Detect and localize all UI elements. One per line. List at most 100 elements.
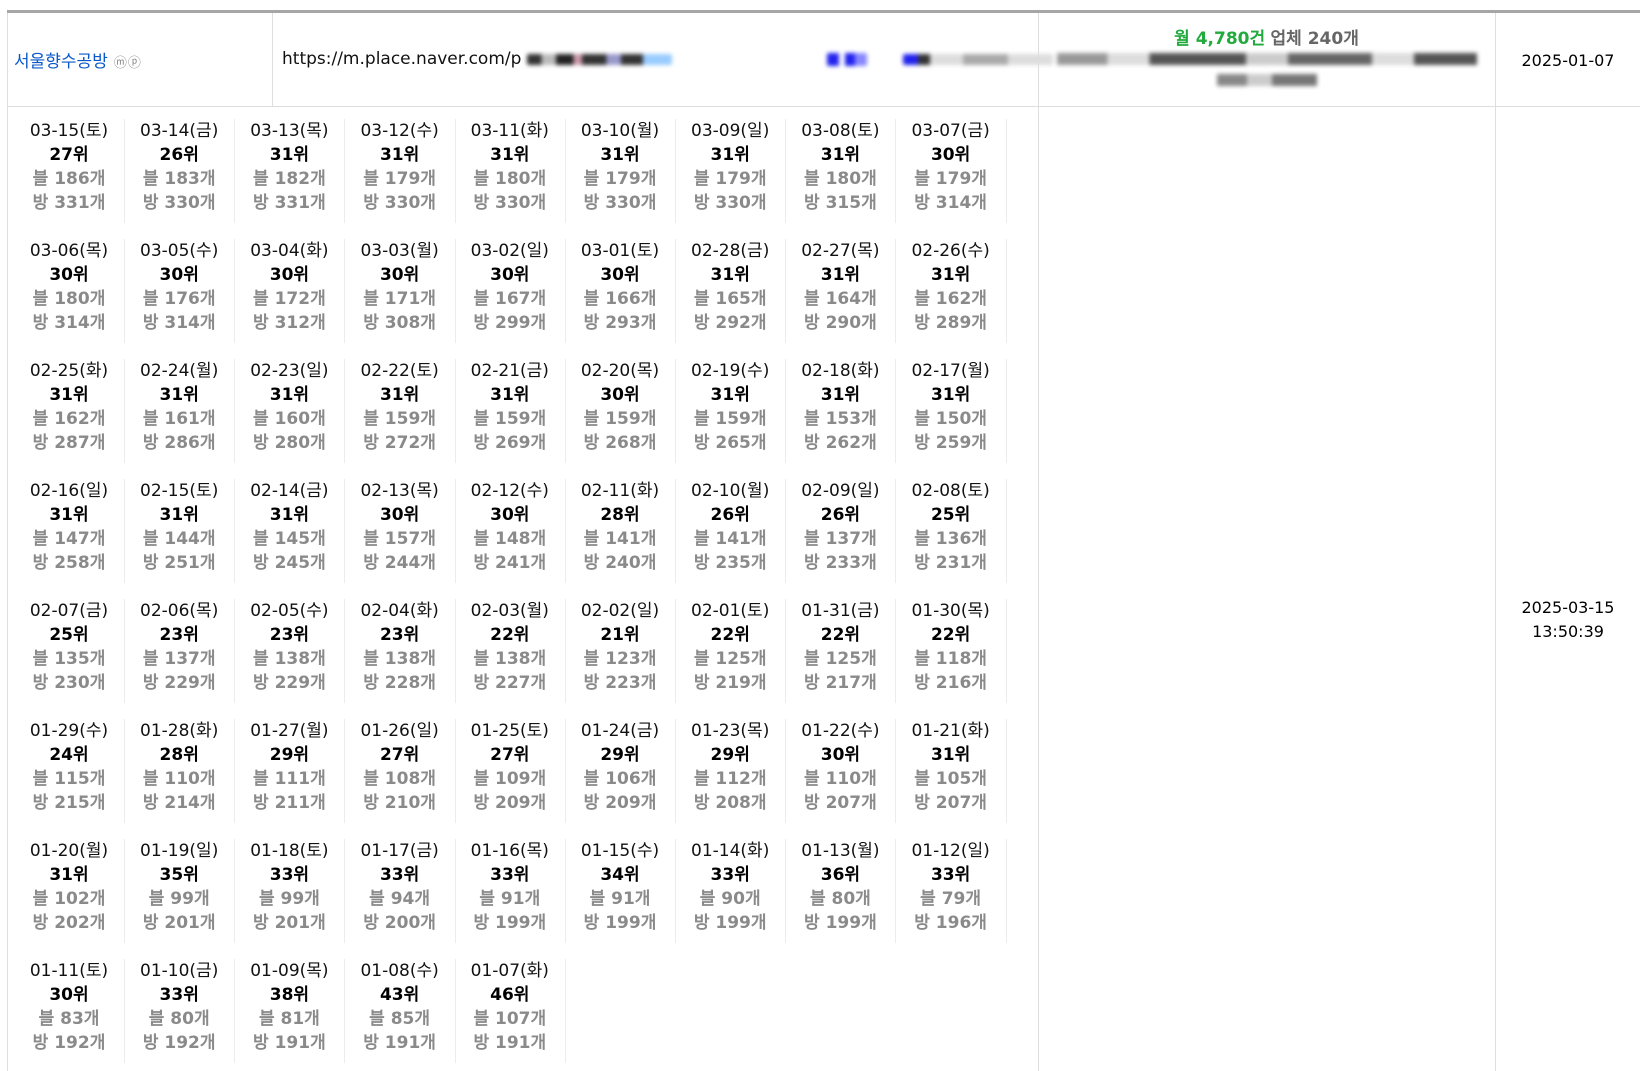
date-label: 02-10(월) <box>691 481 770 501</box>
redacted-tag-blur <box>827 52 868 66</box>
daily-rank-cell: 01-23(목) 29위 블 112개 방 208개 <box>675 719 787 823</box>
daily-rank-cell: 02-14(금) 31위 블 145개 방 245개 <box>234 479 346 583</box>
blog-count: 블 138개 <box>473 649 547 669</box>
blog-count: 블 179개 <box>363 169 436 189</box>
rank-value: 31위 <box>379 145 420 165</box>
place-count: 방 219개 <box>693 673 767 693</box>
daily-rank-cell: 03-02(일) 30위 블 167개 방 299개 <box>455 239 566 343</box>
rank-value: 31위 <box>379 385 420 405</box>
date-label: 02-26(수) <box>911 241 990 261</box>
rank-value: 31위 <box>269 145 310 165</box>
rank-value: 27위 <box>49 145 89 165</box>
blog-count: 블 182개 <box>253 169 326 189</box>
date-label: 02-22(토) <box>360 361 439 381</box>
place-url-text[interactable]: https://m.place.naver.com/p <box>282 49 521 69</box>
rank-value: 30위 <box>600 265 640 285</box>
date-label: 03-15(토) <box>29 121 109 141</box>
rank-value: 38위 <box>269 985 310 1005</box>
blog-count: 블 176개 <box>142 289 216 309</box>
daily-rank-cell: 02-20(목) 30위 블 159개 방 268개 <box>565 359 676 463</box>
blog-count: 블 165개 <box>693 289 767 309</box>
blog-count: 블 94개 <box>369 889 431 909</box>
registered-date: 2025-01-07 <box>1521 51 1615 70</box>
blog-count: 블 85개 <box>369 1009 431 1029</box>
date-label: 02-01(토) <box>691 601 770 621</box>
rank-value: 29위 <box>600 745 640 765</box>
rank-value: 30위 <box>49 985 89 1005</box>
blog-count: 블 159개 <box>473 409 547 429</box>
daily-rank-cell: 01-17(금) 33위 블 94개 방 200개 <box>345 839 456 943</box>
place-count: 방 192개 <box>142 1033 216 1053</box>
daily-rank-cell: 01-09(목) 38위 블 81개 방 191개 <box>234 959 346 1063</box>
place-count: 방 314개 <box>32 313 106 333</box>
mp-badge-icon: ⓜⓟ <box>113 56 142 71</box>
place-count: 방 330개 <box>473 193 547 213</box>
rank-value: 27위 <box>490 745 530 765</box>
blog-count: 블 148개 <box>473 529 547 549</box>
place-url[interactable]: https://m.place.naver.com/p <box>282 49 1053 69</box>
blog-count: 블 115개 <box>32 769 106 789</box>
blog-count: 블 109개 <box>473 769 547 789</box>
rank-value: 33위 <box>930 865 971 885</box>
date-label: 01-18(토) <box>250 841 329 861</box>
blog-count: 블 166개 <box>583 289 657 309</box>
column-divider <box>1495 13 1496 1071</box>
rank-value: 33위 <box>269 865 310 885</box>
blog-count: 블 137개 <box>142 649 216 669</box>
rank-value: 22위 <box>490 625 530 645</box>
place-count: 방 331개 <box>253 193 326 213</box>
rank-value: 31위 <box>710 265 750 285</box>
place-count: 방 245개 <box>253 553 326 573</box>
date-label: 02-28(금) <box>691 241 770 261</box>
daily-rank-cell: 02-18(화) 31위 블 153개 방 262개 <box>785 359 897 463</box>
place-count: 방 268개 <box>583 433 657 453</box>
rank-value: 29위 <box>269 745 310 765</box>
daily-rank-cell: 01-08(수) 43위 블 85개 방 191개 <box>345 959 456 1063</box>
daily-rank-cell: 03-07(금) 30위 블 179개 방 314개 <box>896 119 1007 223</box>
daily-rank-cell: 03-01(토) 30위 블 166개 방 293개 <box>565 239 676 343</box>
blog-count: 블 123개 <box>583 649 657 669</box>
blog-count: 블 164개 <box>804 289 877 309</box>
blog-count: 블 138개 <box>363 649 436 669</box>
daily-rank-cell: 02-09(일) 26위 블 137개 방 233개 <box>785 479 897 583</box>
place-count: 방 289개 <box>914 313 987 333</box>
rank-value: 29위 <box>710 745 750 765</box>
daily-rank-cell: 01-13(월) 36위 블 80개 방 199개 <box>785 839 897 943</box>
blog-count: 블 183개 <box>142 169 216 189</box>
daily-rank-cell: 03-09(일) 31위 블 179개 방 330개 <box>675 119 787 223</box>
place-count: 방 292개 <box>693 313 767 333</box>
rank-value: 30위 <box>930 145 971 165</box>
date-label: 03-10(월) <box>580 121 660 141</box>
blog-count: 블 179개 <box>914 169 987 189</box>
place-count: 방 191개 <box>473 1033 547 1053</box>
keyword-text[interactable]: 서울향수공방 <box>14 52 108 72</box>
daily-rank-cell: 02-03(월) 22위 블 138개 방 227개 <box>455 599 566 703</box>
date-label: 01-19(일) <box>140 841 219 861</box>
date-label: 01-17(금) <box>360 841 439 861</box>
blog-count: 블 179개 <box>693 169 767 189</box>
rank-value: 30위 <box>600 385 640 405</box>
place-count: 방 287개 <box>32 433 106 453</box>
date-label: 01-13(월) <box>801 841 880 861</box>
blog-count: 블 160개 <box>253 409 326 429</box>
rank-value: 33위 <box>159 985 199 1005</box>
daily-rank-cell: 03-06(목) 30위 블 180개 방 314개 <box>14 239 125 343</box>
daily-rank-cell: 02-21(금) 31위 블 159개 방 269개 <box>455 359 566 463</box>
place-count: 방 312개 <box>253 313 326 333</box>
rank-value: 33위 <box>379 865 420 885</box>
blog-count: 블 99개 <box>148 889 210 909</box>
place-count: 방 290개 <box>804 313 877 333</box>
date-label: 03-12(수) <box>360 121 439 141</box>
daily-rank-cell: 02-22(토) 31위 블 159개 방 272개 <box>345 359 456 463</box>
blog-count: 블 150개 <box>914 409 987 429</box>
place-count: 방 207개 <box>914 793 987 813</box>
date-label: 02-16(일) <box>29 481 109 501</box>
daily-rank-cell: 01-28(화) 28위 블 110개 방 214개 <box>124 719 236 823</box>
blog-count: 블 180개 <box>473 169 547 189</box>
keyword-link[interactable]: 서울향수공방 ⓜⓟ <box>14 47 142 72</box>
date-label: 03-11(화) <box>470 121 549 141</box>
date-label: 02-24(월) <box>140 361 219 381</box>
daily-rank-cell: 02-06(목) 23위 블 137개 방 229개 <box>124 599 236 703</box>
daily-rank-cell: 03-15(토) 27위 블 186개 방 331개 <box>14 119 125 223</box>
rank-value: 31위 <box>269 505 310 525</box>
